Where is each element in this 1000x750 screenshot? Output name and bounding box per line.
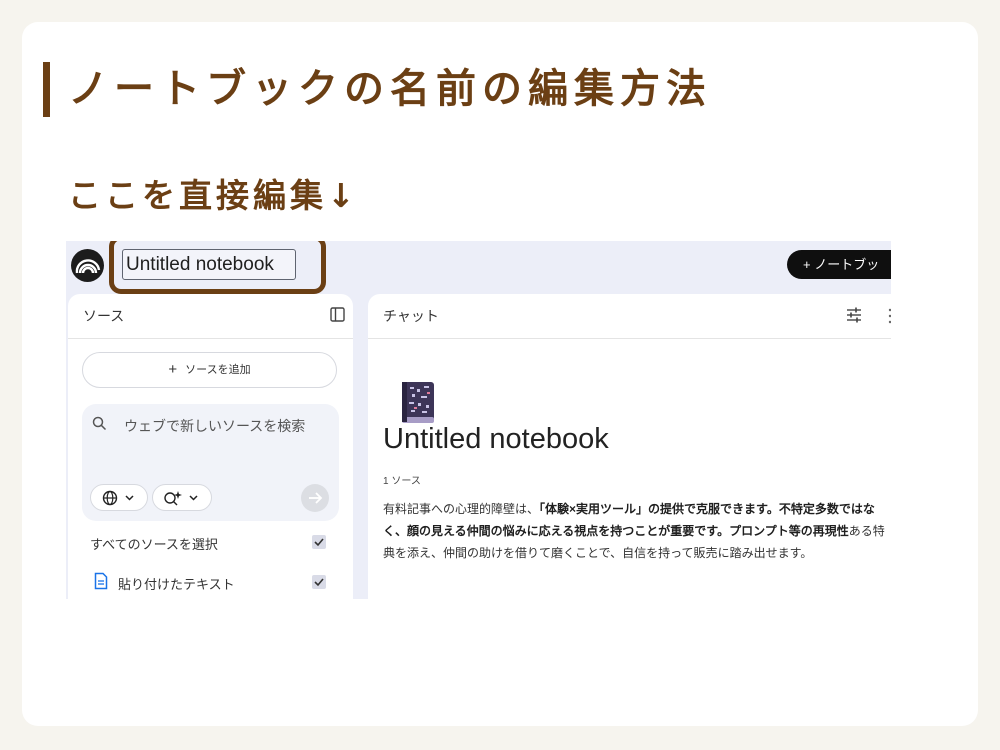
notebook-heading: Untitled notebook	[383, 423, 609, 455]
sources-panel-header: ソース	[68, 294, 353, 339]
plus-icon: +	[168, 361, 178, 378]
research-mode-dropdown[interactable]	[152, 484, 212, 511]
instruction-caption: ここを直接編集↓	[68, 176, 359, 215]
source-item-label[interactable]: 貼り付けたテキスト	[118, 574, 235, 593]
select-all-checkbox[interactable]	[312, 535, 326, 549]
add-source-button[interactable]: + ソースを追加	[82, 352, 337, 388]
add-source-label: ソースを追加	[185, 364, 251, 376]
summary-part-1: 有料記事への心理的障壁は、	[383, 502, 540, 516]
highlight-frame	[109, 241, 326, 294]
source-item-checkbox[interactable]	[312, 575, 326, 589]
source-count: 1 ソース	[383, 476, 421, 487]
web-source-dropdown[interactable]	[90, 484, 148, 511]
chat-panel-title: チャット	[383, 308, 439, 324]
check-icon	[314, 578, 324, 587]
sources-panel: ソース + ソースを追加 ウェブで新しいソースを検索 すべてのソースを選択 貼り…	[68, 294, 353, 599]
check-icon	[314, 538, 324, 547]
notebooklm-screenshot: Untitled notebook + ノートブッ ソース + ソースを追加 ウェ…	[66, 241, 891, 599]
more-options-icon[interactable]	[888, 308, 891, 324]
notebooklm-logo-icon[interactable]	[71, 249, 104, 282]
collapse-panel-icon[interactable]	[330, 307, 345, 322]
new-notebook-button[interactable]: + ノートブッ	[787, 250, 891, 279]
search-input[interactable]: ウェブで新しいソースを検索	[124, 416, 305, 436]
chat-panel: チャット Untitled notebook 1 ソース 有料記事への心理的障壁…	[368, 294, 891, 599]
sparkle-search-icon	[164, 491, 198, 506]
submit-search-button[interactable]	[301, 484, 329, 512]
web-search-box[interactable]: ウェブで新しいソースを検索	[82, 404, 339, 521]
sources-panel-title: ソース	[83, 308, 125, 324]
document-icon	[94, 572, 108, 590]
settings-sliders-icon[interactable]	[846, 307, 862, 323]
notebook-summary: 有料記事への心理的障壁は、「体験×実用ツール」の提供で克服できます。不特定多数で…	[383, 498, 891, 564]
notebook-book-icon	[402, 382, 434, 423]
select-all-sources-label: すべてのソースを選択	[90, 537, 218, 552]
globe-icon	[102, 490, 134, 506]
chat-panel-header: チャット	[368, 294, 891, 339]
heading-accent-bar	[43, 62, 50, 117]
page-title: ノートブックの名前の編集方法	[68, 66, 712, 112]
search-icon	[92, 416, 107, 431]
arrow-right-icon	[309, 492, 323, 504]
